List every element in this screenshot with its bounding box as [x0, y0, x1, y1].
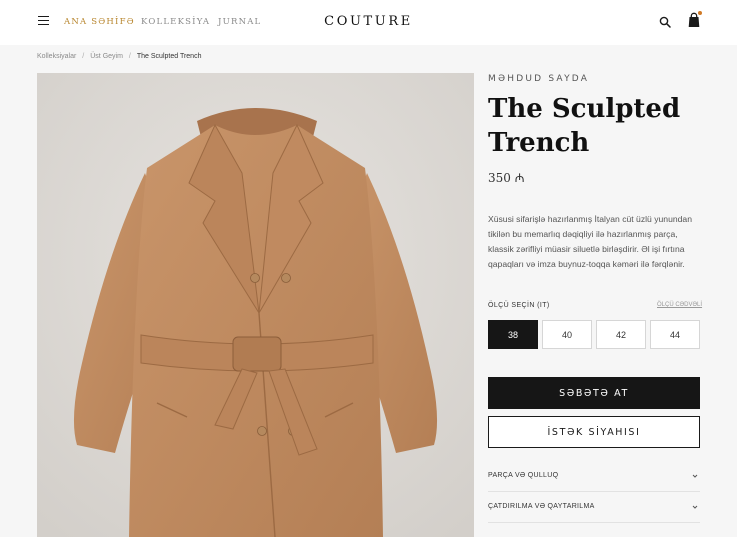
breadcrumb-outerwear[interactable]: Üst Geyim: [90, 53, 123, 60]
chevron-down-icon: [692, 505, 698, 509]
limited-badge: MƏHDUD SAYDA: [488, 74, 590, 84]
coat-illustration: [37, 73, 474, 537]
accordion-fabric-care[interactable]: PARÇA VƏ QULLUQ: [488, 462, 700, 492]
size-option[interactable]: 40: [542, 320, 592, 349]
accordion-shipping-returns[interactable]: ÇATDIRILMA VƏ QAYTARILMA: [488, 493, 700, 523]
product-description: Xüsusi sifarişlə hazırlanmış İtalyan cüt…: [488, 214, 692, 269]
add-to-cart-button[interactable]: SƏBƏTƏ AT: [488, 377, 700, 409]
product-image[interactable]: [37, 73, 474, 537]
size-option[interactable]: 44: [650, 320, 700, 349]
accordion-label: PARÇA VƏ QULLUQ: [488, 472, 559, 479]
size-option[interactable]: 38: [488, 320, 538, 349]
product-price: 350 ₼: [488, 171, 525, 185]
accordion-label: ÇATDIRILMA VƏ QAYTARILMA: [488, 503, 595, 510]
cart-badge-dot: [698, 11, 702, 15]
product-title: The Sculpted Trench: [488, 94, 681, 158]
size-guide-link[interactable]: ÖLÇÜ CƏDVƏLİ: [657, 302, 702, 308]
wishlist-button[interactable]: İSTƏK SİYAHISI: [488, 416, 700, 448]
search-icon[interactable]: [659, 16, 671, 28]
brand-logo[interactable]: COUTURE: [0, 14, 737, 29]
chevron-down-icon: [692, 474, 698, 478]
size-option[interactable]: 42: [596, 320, 646, 349]
breadcrumb-separator: /: [82, 53, 85, 60]
breadcrumb-current: The Sculpted Trench: [136, 53, 202, 60]
breadcrumb-collections[interactable]: Kolleksiyalar: [37, 53, 76, 60]
breadcrumb-separator: /: [128, 53, 131, 60]
site-header: ANA SƏHİFƏ KOLLEKSİYA JURNAL COUTURE: [0, 0, 737, 45]
size-label: ÖLÇÜ SEÇİN (IT): [488, 302, 550, 309]
breadcrumb: Kolleksiyalar / Üst Geyim / The Sculpted Tre…: [37, 53, 201, 60]
